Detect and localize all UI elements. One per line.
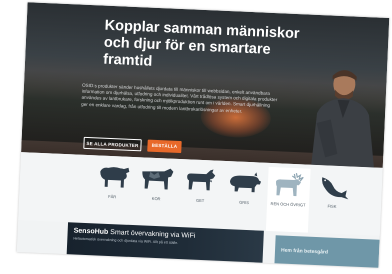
sheep-icon xyxy=(100,167,130,188)
animal-label: GRIS xyxy=(239,199,250,206)
order-button[interactable]: BESTÄLLA xyxy=(147,139,182,154)
wifi-promo-banner[interactable]: SensoHub Smart övervakning via WiFi Hela… xyxy=(66,222,264,268)
pig-icon xyxy=(230,172,262,193)
animal-item-pig[interactable]: GRIS xyxy=(222,169,266,227)
goat-icon xyxy=(187,169,216,191)
animal-item-cow[interactable]: KOR xyxy=(134,165,178,223)
side-card-title: Hem från betesgård xyxy=(280,247,329,256)
page: Kopplar samman människor och djur för en… xyxy=(16,2,390,268)
animal-label: FISK xyxy=(327,203,337,209)
hero-headline: Kopplar samman människor och djur för en… xyxy=(102,17,300,70)
hero-banner: Kopplar samman människor och djur för en… xyxy=(21,2,390,168)
animal-label: GET xyxy=(195,197,205,204)
cow-icon xyxy=(142,168,174,190)
promo-brand: SensoHub xyxy=(73,227,109,236)
animal-label: KOR xyxy=(151,195,161,202)
fish-icon xyxy=(322,177,349,200)
animal-label: REN OCH ÖVRIGT xyxy=(270,201,306,208)
all-products-button[interactable]: SE ALLA PRODUKTER xyxy=(83,136,142,152)
animal-item-goat[interactable]: GET xyxy=(178,167,222,225)
animal-item-fish[interactable]: FISK xyxy=(310,173,354,231)
animal-label: FÅR xyxy=(108,193,117,200)
side-card[interactable]: Hem från betesgård xyxy=(274,235,380,268)
reindeer-icon xyxy=(276,172,304,197)
animal-item-sheep[interactable]: FÅR xyxy=(90,163,134,221)
animal-item-reindeer[interactable]: REN OCH ÖVRIGT xyxy=(265,166,311,233)
